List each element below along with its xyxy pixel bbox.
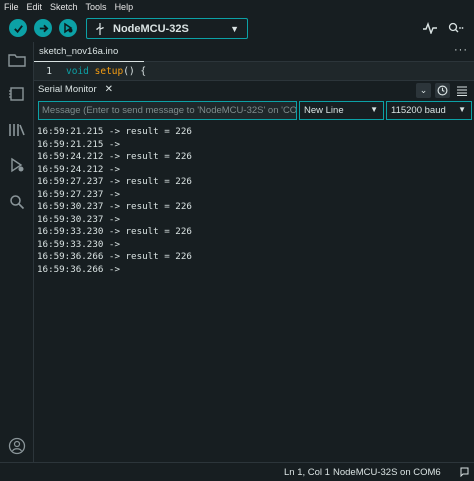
more-icon[interactable]: ··· [454,44,468,56]
code-keyword: void [66,65,89,77]
code-function: setup [94,65,124,77]
library-icon[interactable] [7,120,27,140]
pulse-icon [423,22,437,34]
serial-plotter-button[interactable] [421,19,439,37]
status-bar: Ln 1, Col 1 NodeMCU-32S on COM6 [0,462,474,481]
serial-output[interactable]: 16:59:21.215 -> result = 226 16:59:21.21… [34,122,474,462]
clock-icon [437,85,448,96]
output-line: 16:59:27.237 -> result = 226 [37,176,192,187]
baud-rate-value: 115200 baud [391,105,446,116]
code-rest: () { [123,65,147,77]
tab-sketch[interactable]: sketch_nov16a.ino [34,42,144,62]
line-ending-value: New Line [304,105,344,116]
sidebar [0,42,34,462]
output-line: 16:59:24.212 -> [37,163,120,175]
board-manager-icon[interactable] [7,84,27,104]
chevron-down-icon: ▼ [230,24,239,34]
cursor-position: Ln 1, Col 1 [284,467,330,478]
serial-tab-label: Serial Monitor [38,84,97,95]
usb-icon [96,22,104,35]
chevron-down-icon: ▼ [370,105,378,114]
output-line: 16:59:21.215 -> result = 226 [37,126,192,137]
search-dots-icon [448,22,464,33]
line-number: 1 [46,65,52,77]
menu-help[interactable]: Help [115,2,134,12]
clear-list-icon [456,85,467,96]
menu-bar: File Edit Sketch Tools Help [0,0,474,14]
toolbar: NodeMCU-32S ▼ [0,14,474,42]
debug-button[interactable] [59,19,77,37]
verify-button[interactable] [9,19,27,37]
output-line: 16:59:36.266 -> [37,263,120,275]
output-line: 16:59:33.230 -> [37,238,120,250]
output-line: 16:59:30.237 -> result = 226 [37,201,192,212]
line-ending-select[interactable]: New Line ▼ [299,101,384,120]
output-line: 16:59:24.212 -> result = 226 [37,151,192,162]
autoscroll-button[interactable]: ⌄ [416,83,431,98]
upload-button[interactable] [34,19,52,37]
editor-tab-bar: sketch_nov16a.ino ··· [34,42,474,62]
serial-monitor-button[interactable] [447,19,465,37]
search-icon[interactable] [7,192,27,212]
board-port-status[interactable]: NodeMCU-32S on COM6 [333,467,441,478]
output-line: 16:59:30.237 -> [37,213,120,225]
output-line: 16:59:36.266 -> result = 226 [37,251,192,262]
board-selector[interactable]: NodeMCU-32S ▼ [86,18,248,39]
baud-rate-select[interactable]: 115200 baud ▼ [386,101,472,120]
output-line: 16:59:27.237 -> [37,188,120,200]
notification-icon[interactable] [460,467,469,480]
debug-icon [64,22,73,34]
menu-file[interactable]: File [4,2,19,12]
debug-sidebar-icon[interactable] [7,155,27,175]
double-chevron-down-icon: ⌄ [419,85,428,95]
chevron-down-icon: ▼ [458,105,466,114]
code-editor[interactable]: 1 void setup () { [34,62,474,80]
menu-sketch[interactable]: Sketch [50,2,78,12]
menu-tools[interactable]: Tools [86,2,107,12]
serial-input-row: New Line ▼ 115200 baud ▼ [34,100,474,122]
output-line: 16:59:21.215 -> [37,138,120,150]
folder-icon[interactable] [7,50,27,70]
arrow-right-icon [39,24,48,32]
clear-output-button[interactable] [454,83,469,98]
menu-edit[interactable]: Edit [27,2,43,12]
board-name: NodeMCU-32S [113,22,189,35]
timestamp-button[interactable] [435,83,450,98]
serial-monitor-header: Serial Monitor ✕ ⌄ [34,80,474,100]
tab-serial-monitor[interactable]: Serial Monitor ✕ [38,84,113,95]
serial-message-input[interactable] [38,101,297,120]
account-icon[interactable] [7,436,27,456]
output-line: 16:59:33.230 -> result = 226 [37,226,192,237]
close-icon[interactable]: ✕ [105,84,113,95]
check-icon [13,24,23,33]
